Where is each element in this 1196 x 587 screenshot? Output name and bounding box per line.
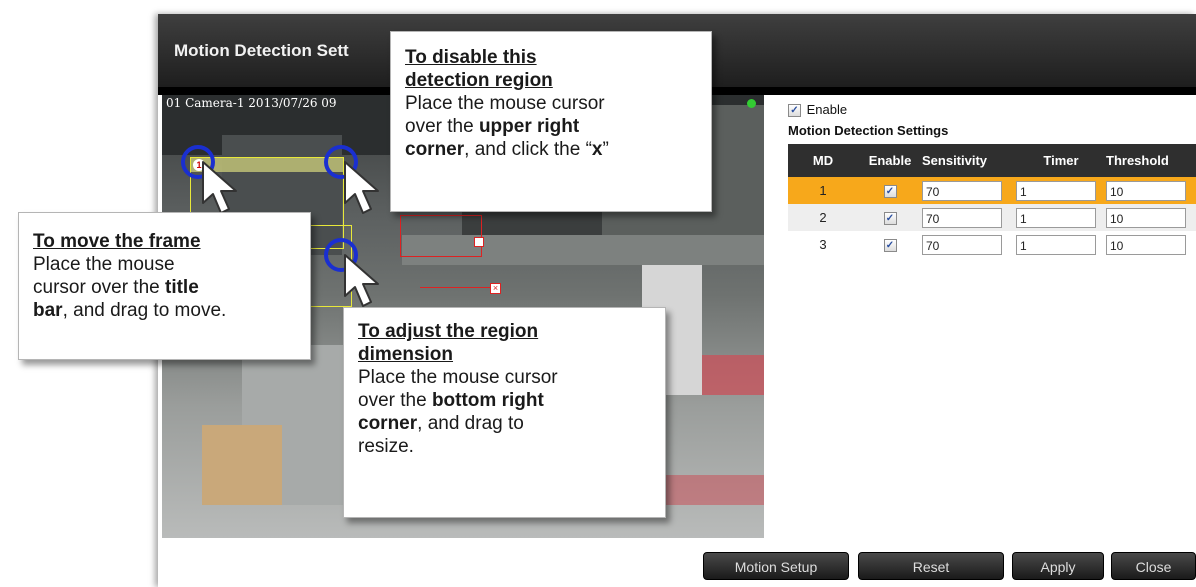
callout-text: Place the mouse cursor: [358, 367, 558, 388]
sensitivity-input[interactable]: 70: [922, 207, 1002, 228]
row-enable-checkbox[interactable]: ✓: [883, 239, 897, 253]
table-row[interactable]: 3 ✓ 70 1 10: [788, 231, 1196, 258]
md-number: 1: [788, 177, 858, 204]
callout-text: corner, and click the “x”: [405, 139, 609, 160]
column-header: Sensitivity: [922, 144, 1016, 177]
mouse-cursor-icon: [344, 161, 379, 214]
enable-checkbox[interactable]: ✓: [788, 104, 801, 118]
reset-button[interactable]: Reset: [858, 552, 1004, 580]
callout-text: Place the mouse: [33, 254, 175, 275]
callout-text: over the bottom right: [358, 390, 544, 411]
timer-input[interactable]: 1: [1016, 180, 1096, 201]
resize-handle-icon[interactable]: [474, 237, 484, 247]
timer-input[interactable]: 1: [1016, 207, 1096, 228]
callout-move-frame: To move the frame Place the mouse cursor…: [18, 212, 311, 360]
callout-text: over the upper right: [405, 116, 580, 137]
callout-heading: To move the frame: [33, 231, 201, 252]
enable-label: Enable: [806, 102, 848, 117]
motion-detection-table: MD Enable Sensitivity Timer Threshold 1 …: [788, 144, 1196, 258]
mouse-cursor-icon: [202, 161, 237, 214]
motion-region-4[interactable]: ×: [420, 283, 501, 300]
apply-button[interactable]: Apply: [1012, 552, 1104, 580]
md-number: 2: [788, 204, 858, 231]
threshold-input[interactable]: 10: [1106, 234, 1186, 255]
callout-heading: detection region: [405, 70, 553, 91]
close-button[interactable]: Close: [1111, 552, 1196, 580]
mouse-cursor-icon: [344, 254, 379, 307]
threshold-input[interactable]: 10: [1106, 180, 1186, 201]
timer-input[interactable]: 1: [1016, 234, 1096, 255]
callout-text: resize.: [358, 436, 414, 457]
callout-adjust-region: To adjust the region dimension Place the…: [343, 307, 666, 518]
live-status-icon: [747, 99, 756, 108]
callout-text: corner, and drag to: [358, 413, 524, 434]
column-header: Enable: [858, 144, 922, 177]
motion-region-3[interactable]: 3: [400, 215, 482, 257]
sensitivity-input[interactable]: 70: [922, 180, 1002, 201]
row-enable-checkbox[interactable]: ✓: [883, 185, 897, 199]
callout-text: bar, and drag to move.: [33, 300, 227, 321]
close-region-icon[interactable]: ×: [490, 283, 501, 294]
md-number: 3: [819, 237, 827, 252]
column-header: Timer: [1016, 144, 1106, 177]
table-row[interactable]: 2 ✓ 70 1 10: [788, 204, 1196, 231]
callout-disable-region: To disable this detection region Place t…: [390, 31, 712, 212]
column-header: MD: [788, 144, 858, 177]
sensitivity-input[interactable]: 70: [922, 234, 1002, 255]
callout-heading: To adjust the region: [358, 321, 539, 342]
motion-setup-button[interactable]: Motion Setup: [703, 552, 849, 580]
callout-heading: To disable this: [405, 47, 537, 68]
table-header-row: MD Enable Sensitivity Timer Threshold: [788, 144, 1196, 177]
section-title: Motion Detection Settings: [788, 123, 949, 139]
enable-row: ✓ Enable Motion Detection Settings: [788, 102, 948, 138]
column-header: Threshold: [1106, 144, 1196, 177]
threshold-input[interactable]: 10: [1106, 207, 1186, 228]
callout-heading: dimension: [358, 344, 454, 365]
callout-text: Place the mouse cursor: [405, 93, 605, 114]
table-row[interactable]: 1 ✓ 70 1 10: [788, 177, 1196, 204]
row-enable-checkbox[interactable]: ✓: [883, 212, 897, 226]
dialog-title: Motion Detection Sett: [174, 41, 349, 60]
camera-osd-label: 01 Camera-1 2013/07/26 09: [166, 96, 337, 110]
callout-text: cursor over the title: [33, 277, 199, 298]
